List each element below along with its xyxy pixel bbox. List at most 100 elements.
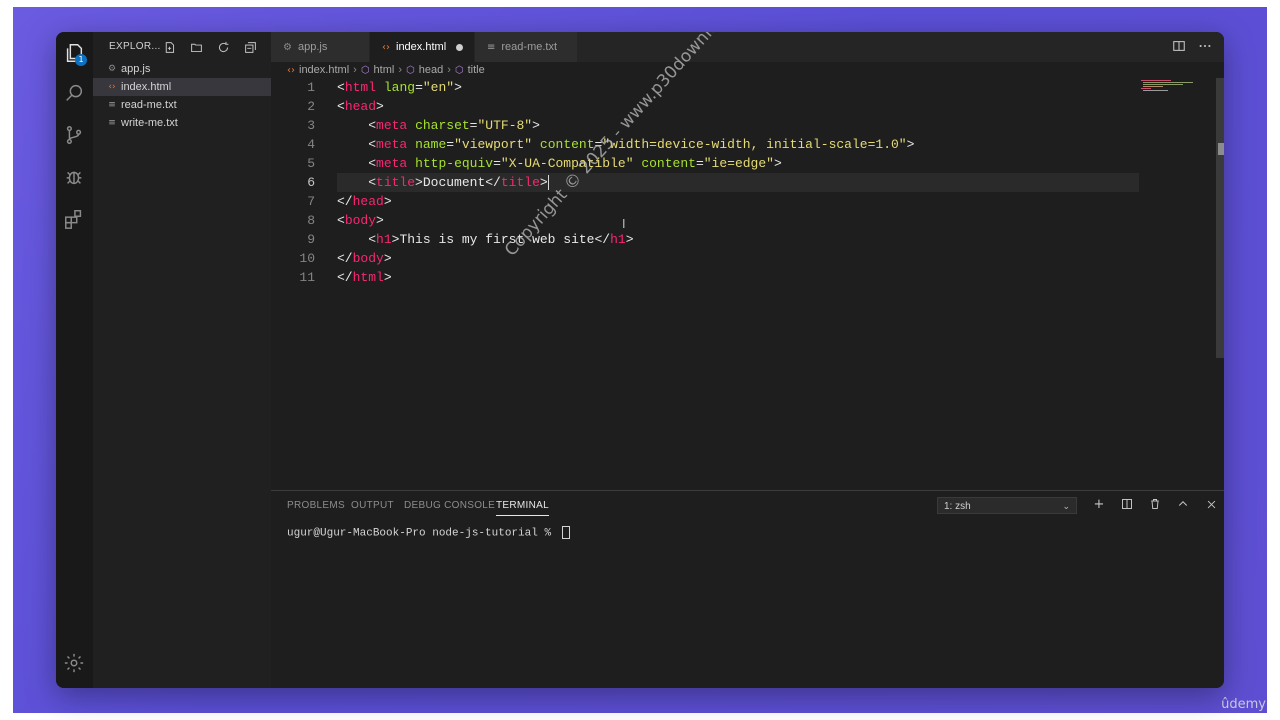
line-number: 6 [307, 175, 315, 190]
code-line: 4 <meta name="viewport" content="width=d… [271, 135, 1141, 154]
panel-tab-terminal[interactable]: TERMINAL [496, 500, 549, 516]
tab-bar: ⚙ app.js ‹› index.html ≡ read-me.txt [271, 32, 1224, 62]
js-file-icon: ⚙ [283, 41, 292, 53]
new-folder-icon[interactable] [188, 39, 204, 55]
chevron-down-icon: ⌄ [1062, 501, 1070, 511]
breadcrumb-item[interactable]: index.html [299, 64, 349, 76]
vertical-scrollbar[interactable] [1216, 78, 1224, 358]
code-line: 5 <meta http-equiv="X-UA-Compatible" con… [271, 154, 1141, 173]
code-line: 11 </html> [271, 268, 1141, 287]
tab-label: app.js [297, 41, 328, 53]
tab-index-html[interactable]: ‹› index.html [370, 32, 475, 62]
element-icon: ⬡ [360, 64, 370, 76]
code-line: 1 <html lang="en"> [271, 78, 1141, 97]
panel-actions: + [1091, 496, 1219, 512]
new-terminal-icon[interactable]: + [1091, 496, 1107, 512]
chevron-right-icon: › [447, 64, 451, 76]
line-number: 1 [307, 80, 315, 95]
tab-read-me[interactable]: ≡ read-me.txt [475, 32, 578, 62]
tab-app-js[interactable]: ⚙ app.js [271, 32, 370, 62]
terminal-select-value: 1: zsh [944, 501, 971, 512]
code-text: <html lang="en"> [337, 80, 462, 95]
file-item-app-js[interactable]: ⚙ app.js [93, 60, 271, 78]
mouse-ibeam-icon: I [622, 217, 626, 231]
settings-gear-icon[interactable] [62, 651, 86, 675]
collapse-all-icon[interactable] [242, 39, 258, 55]
line-number: 2 [307, 99, 315, 114]
close-panel-icon[interactable] [1203, 496, 1219, 512]
line-number: 9 [307, 232, 315, 247]
file-item-index-html[interactable]: ‹› index.html [93, 78, 271, 96]
scrollbar-thumb[interactable] [1218, 143, 1224, 155]
line-number: 10 [299, 251, 315, 266]
html-file-icon: ‹› [382, 41, 390, 53]
refresh-icon[interactable] [215, 39, 231, 55]
terminal-output[interactable]: ugur@Ugur-MacBook-Pro node-js-tutorial % [287, 526, 570, 539]
breadcrumb: ‹› index.html › ⬡ html › ⬡ head › ⬡ titl… [287, 62, 485, 78]
tab-label: read-me.txt [501, 41, 558, 53]
element-icon: ⬡ [406, 64, 415, 76]
code-text: <h1>This is my first web site</h1> [368, 232, 634, 247]
trash-icon[interactable] [1147, 496, 1163, 512]
html-file-icon: ‹› [108, 82, 116, 92]
line-number: 11 [299, 270, 315, 285]
terminal-cursor [561, 526, 570, 539]
vscode-window: 1 EXPLOR... ⚙ app.js ‹› index.html ≡ rea… [56, 32, 1224, 688]
breadcrumb-item[interactable]: head [419, 64, 443, 76]
file-name: app.js [121, 63, 151, 75]
terminal-select[interactable]: 1: zsh ⌄ [937, 497, 1077, 514]
search-icon[interactable] [62, 81, 86, 105]
line-number: 5 [307, 156, 315, 171]
text-file-icon: ≡ [108, 118, 116, 128]
code-text: <meta http-equiv="X-UA-Compatible" conte… [368, 156, 782, 171]
maximize-panel-icon[interactable] [1175, 496, 1191, 512]
breadcrumb-item[interactable]: title [468, 64, 485, 76]
file-item-read-me[interactable]: ≡ read-me.txt [93, 96, 271, 114]
split-terminal-icon[interactable] [1119, 496, 1135, 512]
file-item-write-me[interactable]: ≡ write-me.txt [93, 114, 271, 132]
code-text: <meta charset="UTF-8"> [368, 118, 540, 133]
code-editor[interactable]: 1 <html lang="en"> 2 <head> 3 <meta charse… [271, 78, 1224, 488]
panel-tab-problems[interactable]: PROBLEMS [287, 500, 345, 511]
debug-icon[interactable] [62, 165, 86, 189]
code-text: </html> [337, 270, 392, 285]
extensions-icon[interactable] [62, 207, 86, 231]
file-name: index.html [121, 81, 172, 93]
activity-bar: 1 [56, 32, 93, 688]
code-line: 7 </head> [271, 192, 1141, 211]
chevron-right-icon: › [398, 64, 402, 76]
explorer-sidebar: EXPLOR... ⚙ app.js ‹› index.html ≡ read-… [93, 32, 271, 688]
code-line: 9 <h1>This is my first web site</h1> [271, 230, 1141, 249]
new-file-icon[interactable] [161, 39, 177, 55]
panel-tab-output[interactable]: OUTPUT [351, 500, 394, 511]
code-text: <head> [337, 99, 384, 114]
text-cursor [547, 175, 549, 191]
breadcrumb-item[interactable]: html [374, 64, 395, 76]
unsaved-dot-icon[interactable] [456, 43, 464, 51]
terminal-prompt: ugur@Ugur-MacBook-Pro node-js-tutorial % [287, 527, 558, 540]
element-icon: ⬡ [454, 64, 464, 76]
code-line: 2 <head> [271, 97, 1141, 116]
code-text: <title>Document</title> [368, 175, 549, 191]
changes-badge: 1 [75, 54, 87, 66]
code-line: 3 <meta charset="UTF-8"> [271, 116, 1141, 135]
panel-tab-debug-console[interactable]: DEBUG CONSOLE [404, 500, 495, 511]
line-number: 8 [307, 213, 315, 228]
minimap[interactable] [1141, 78, 1211, 98]
js-file-icon: ⚙ [107, 64, 117, 74]
explorer-actions [161, 39, 258, 55]
line-number: 4 [307, 137, 315, 152]
more-actions-icon[interactable] [1198, 39, 1212, 58]
text-file-icon: ≡ [108, 100, 116, 110]
code-text: <body> [337, 213, 384, 228]
split-editor-icon[interactable] [1172, 39, 1186, 58]
bottom-panel: PROBLEMS OUTPUT DEBUG CONSOLE TERMINAL 1… [271, 490, 1224, 688]
line-number: 3 [307, 118, 315, 133]
code-line: 6 <title>Document</title> [271, 173, 1141, 192]
editor-actions [1172, 39, 1212, 58]
code-line: 8 <body> [271, 211, 1141, 230]
chevron-right-icon: › [353, 64, 357, 76]
explorer-title: EXPLOR... [109, 41, 161, 52]
editor-area: ⚙ app.js ‹› index.html ≡ read-me.txt ‹› … [271, 32, 1224, 688]
source-control-icon[interactable] [62, 123, 86, 147]
